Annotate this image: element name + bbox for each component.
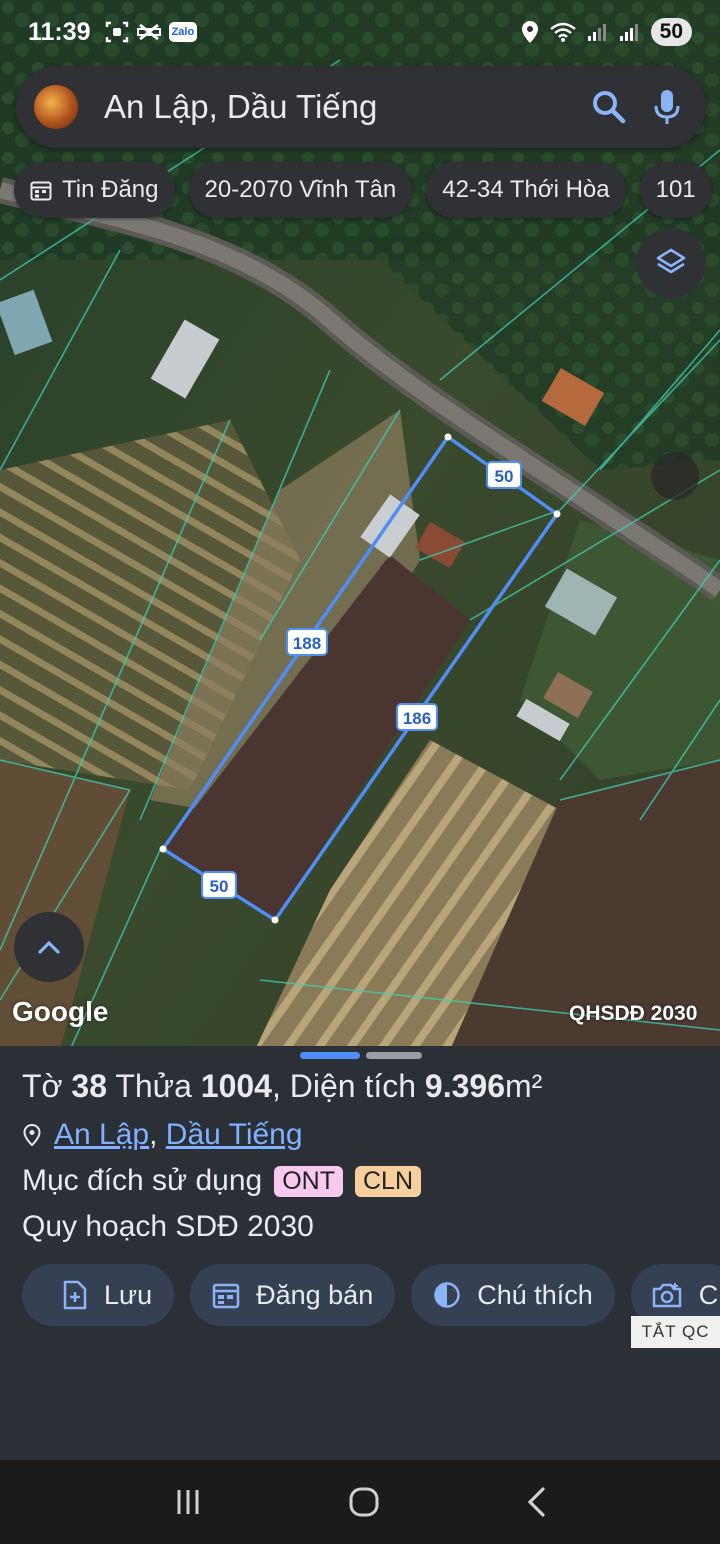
chip-tin-dang[interactable]: Tin Đăng (14, 162, 175, 218)
location-row: An Lập, Dầu Tiếng (22, 1118, 303, 1152)
layers-icon (656, 248, 686, 274)
legend-label: Chú thích (477, 1279, 593, 1310)
separator: , (149, 1118, 158, 1151)
land-use-row: Mục đích sử dụng ONT CLN (22, 1164, 422, 1198)
area-value: 9.396 (424, 1068, 505, 1104)
post-sale-label: Đăng bán (256, 1279, 374, 1310)
recents-icon[interactable] (173, 1488, 203, 1516)
status-time: 11:39 (28, 17, 91, 46)
overlay-label: QHSDĐ 2030 (569, 1002, 698, 1025)
chip-thoi-hoa[interactable]: 42-34 Thới Hòa (426, 162, 626, 218)
map-canvas[interactable]: 50 188 186 50 (0, 0, 720, 1050)
legend-button[interactable]: Chú thích (411, 1264, 615, 1326)
svg-text:186: 186 (403, 709, 431, 728)
edge-label-right: 186 (396, 703, 438, 731)
sheet-label: Tờ (22, 1068, 63, 1104)
plan-label: Quy hoạch SDĐ 2030 (22, 1210, 314, 1243)
satellite-map[interactable]: 50 188 186 50 (0, 0, 720, 1050)
page-indicator-active (300, 1052, 360, 1059)
chip-label: 20-2070 Vĩnh Tân (204, 176, 397, 203)
chip-vinh-tan[interactable]: 20-2070 Vĩnh Tân (188, 162, 413, 218)
chip-more[interactable]: 101 (639, 162, 712, 218)
district-link[interactable]: Dầu Tiếng (166, 1118, 303, 1151)
avatar[interactable] (34, 85, 78, 129)
action-buttons: Lưu Đăng bán Chú thích C (22, 1264, 720, 1326)
land-use-tag-cln[interactable]: CLN (355, 1165, 422, 1197)
area-label: , Diện tích (271, 1068, 417, 1104)
system-icons: 50 (521, 18, 692, 46)
search-query[interactable]: An Lập, Dầu Tiếng (104, 88, 592, 126)
chip-label: Tin Đăng (62, 176, 159, 203)
purpose-label: Mục đích sử dụng (22, 1164, 263, 1197)
wifi-icon (549, 22, 576, 42)
svg-text:188: 188 (293, 634, 321, 653)
system-nav-bar (0, 1460, 720, 1544)
signal-icon (587, 24, 606, 41)
camera-label: C (698, 1279, 719, 1310)
parcel-number: 1004 (200, 1068, 272, 1104)
parcel-label: Thửa (115, 1068, 192, 1104)
calendar-icon (30, 181, 52, 201)
google-logo: Google (12, 996, 109, 1027)
area-unit: m² (505, 1068, 543, 1104)
chevron-up-icon (38, 940, 60, 954)
parcel-title: Tờ 38 Thửa 1004, Diện tích 9.396m² (22, 1068, 542, 1105)
sheet-handles[interactable] (300, 1052, 422, 1059)
chip-label: 101 (655, 176, 696, 203)
svg-text:50: 50 (210, 877, 229, 896)
edge-label-bottom: 50 (201, 871, 237, 899)
save-label: Lưu (104, 1279, 153, 1310)
edge-label-top: 50 (486, 461, 522, 489)
calendar-icon (212, 1283, 240, 1309)
save-button[interactable]: Lưu (22, 1264, 175, 1326)
capcut-icon (136, 23, 161, 41)
battery-level: 50 (650, 18, 692, 46)
parcel-info-sheet: Tờ 38 Thửa 1004, Diện tích 9.396m² An Lậ… (0, 1046, 720, 1460)
ad-off-button[interactable]: TẮT QC (631, 1316, 720, 1348)
sheet-number: 38 (71, 1068, 108, 1104)
legend-icon (434, 1282, 460, 1308)
layers-button[interactable] (636, 228, 706, 298)
edge-label-left: 188 (286, 628, 328, 656)
location-pin-icon (23, 1123, 41, 1147)
quick-chips: Tin Đăng 20-2070 Vĩnh Tân 42-34 Thới Hòa… (14, 162, 712, 218)
back-icon[interactable] (525, 1486, 547, 1518)
land-use-tag-ont[interactable]: ONT (274, 1165, 343, 1197)
screen: 50 188 186 50 11:39 Zalo 50 An Lập, Dầu … (0, 0, 720, 1544)
expand-button[interactable] (14, 912, 84, 982)
notification-icons: Zalo (105, 21, 198, 43)
scroll-handle[interactable] (651, 452, 699, 500)
microphone-icon[interactable] (654, 89, 680, 125)
camera-icon (652, 1283, 682, 1308)
signal-icon-2 (619, 24, 638, 41)
location-icon (521, 21, 538, 43)
page-indicator (366, 1052, 422, 1059)
zalo-icon: Zalo (168, 22, 198, 42)
chip-label: 42-34 Thới Hòa (442, 176, 610, 203)
status-bar: 11:39 Zalo 50 (0, 0, 720, 64)
screenshot-icon (105, 21, 128, 43)
search-bar[interactable]: An Lập, Dầu Tiếng (16, 66, 706, 148)
ward-link[interactable]: An Lập (54, 1118, 149, 1151)
search-icon[interactable] (592, 90, 626, 124)
save-icon (63, 1280, 87, 1310)
post-sale-button[interactable]: Đăng bán (190, 1264, 396, 1326)
home-icon[interactable] (348, 1486, 380, 1518)
svg-text:50: 50 (495, 467, 514, 486)
